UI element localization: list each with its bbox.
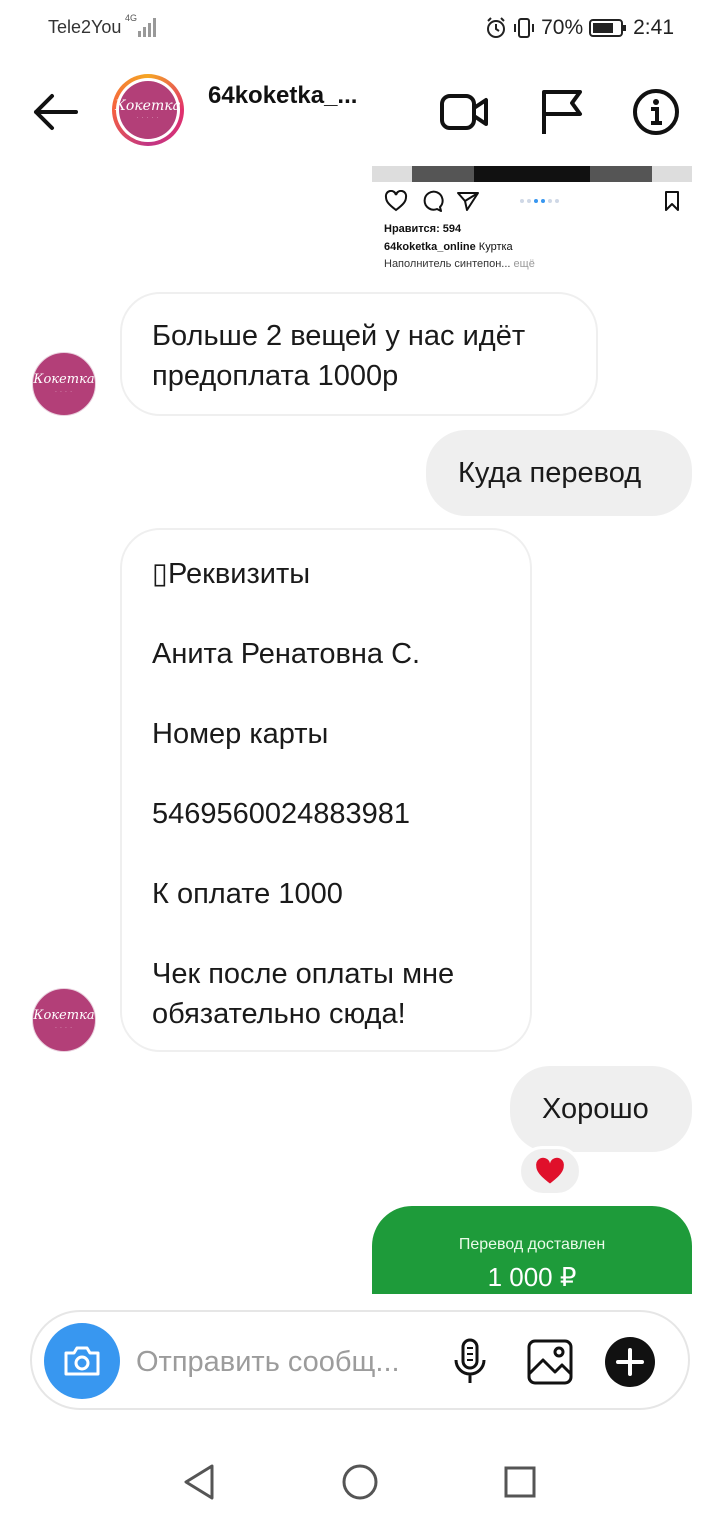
profile-avatar[interactable]: Кокетка · · · · · bbox=[112, 74, 184, 146]
bookmark-icon[interactable] bbox=[660, 190, 684, 212]
info-icon[interactable] bbox=[630, 86, 682, 138]
message-line: Анита Ренатовна С. bbox=[152, 638, 421, 670]
message-bubble-outgoing[interactable]: Хорошо bbox=[510, 1066, 692, 1152]
message-text: Больше 2 вещей у нас идёт предоплата 100… bbox=[152, 320, 526, 392]
message-line: 5469560024883981 bbox=[152, 798, 411, 830]
flag-icon[interactable] bbox=[536, 86, 588, 138]
battery-icon bbox=[589, 19, 627, 37]
camera-button[interactable] bbox=[44, 1323, 120, 1399]
post-more-link[interactable]: ещё bbox=[514, 258, 535, 270]
message-text: Хорошо bbox=[542, 1093, 649, 1125]
nav-home-icon[interactable] bbox=[340, 1462, 380, 1502]
shared-post-preview[interactable]: Нравится: 594 64koketka_online Куртка На… bbox=[372, 166, 692, 276]
message-line: ▯Реквизиты bbox=[152, 558, 311, 590]
message-bubble-outgoing[interactable]: Куда перевод bbox=[426, 430, 692, 516]
message-line: Номер карты bbox=[152, 718, 329, 750]
post-likes: Нравится: 594 bbox=[384, 223, 462, 235]
post-image bbox=[372, 166, 692, 182]
message-bubble-incoming[interactable]: Больше 2 вещей у нас идёт предоплата 100… bbox=[120, 292, 598, 416]
microphone-icon[interactable] bbox=[444, 1336, 496, 1388]
heart-icon bbox=[536, 1157, 564, 1184]
share-icon[interactable] bbox=[456, 190, 480, 212]
camera-icon bbox=[64, 1346, 100, 1376]
gallery-icon[interactable] bbox=[524, 1336, 576, 1388]
nav-back-icon[interactable] bbox=[180, 1462, 220, 1502]
heart-reaction[interactable] bbox=[518, 1146, 582, 1196]
nav-recents-icon[interactable] bbox=[500, 1462, 540, 1502]
avatar-logo-text: Кокетка bbox=[115, 98, 181, 114]
status-bar: Tele2You 4G 70% 2:41 bbox=[0, 0, 720, 56]
battery-percent: 70% bbox=[541, 16, 584, 39]
post-caption-line2: Наполнитель синтепон... ещё bbox=[384, 258, 535, 270]
message-bubble-incoming[interactable]: ▯Реквизиты Анита Ренатовна С. Номер карт… bbox=[120, 528, 532, 1052]
transfer-amount: 1 000 ₽ bbox=[487, 1262, 577, 1292]
vibrate-icon bbox=[514, 18, 535, 38]
avatar-logo-text: Кокетка bbox=[33, 372, 95, 387]
clock: 2:41 bbox=[633, 16, 674, 39]
transfer-status: Перевод доставлен bbox=[458, 1236, 606, 1253]
message-text: Куда перевод bbox=[458, 457, 642, 489]
status-right: 70% 2:41 bbox=[485, 15, 674, 41]
post-actions bbox=[384, 190, 684, 212]
heart-outline-icon[interactable] bbox=[384, 190, 408, 212]
alarm-icon bbox=[487, 17, 506, 38]
chat-header: Кокетка · · · · · 64koketka_... bbox=[0, 62, 720, 158]
add-icon[interactable] bbox=[604, 1336, 656, 1388]
message-line: К оплате 1000 bbox=[152, 878, 343, 910]
avatar-logo-text: Кокетка bbox=[33, 1008, 95, 1023]
carousel-dots bbox=[520, 199, 559, 203]
message-composer bbox=[30, 1310, 690, 1410]
signal-icon bbox=[138, 18, 156, 37]
chat-username[interactable]: 64koketka_... bbox=[208, 82, 357, 110]
comment-icon[interactable] bbox=[420, 190, 444, 212]
system-nav-bar bbox=[0, 1438, 720, 1520]
post-caption-text: Куртка bbox=[478, 241, 513, 253]
post-caption-user: 64koketka_online bbox=[384, 241, 476, 253]
sender-avatar[interactable]: Кокетка · · · · bbox=[32, 988, 96, 1052]
sender-avatar[interactable]: Кокетка · · · · bbox=[32, 352, 96, 416]
back-arrow-icon[interactable] bbox=[28, 90, 82, 134]
transfer-card[interactable]: Перевод доставлен 1 000 ₽ bbox=[372, 1206, 692, 1294]
carrier-name: Tele2You bbox=[48, 17, 122, 37]
message-input[interactable] bbox=[136, 1342, 428, 1382]
post-caption: 64koketka_online Куртка bbox=[384, 241, 513, 253]
video-call-icon[interactable] bbox=[438, 86, 490, 138]
post-caption-continued: Наполнитель синтепон... bbox=[384, 258, 511, 270]
message-line: Чек после оплаты мне обязательно сюда! bbox=[152, 958, 455, 1030]
